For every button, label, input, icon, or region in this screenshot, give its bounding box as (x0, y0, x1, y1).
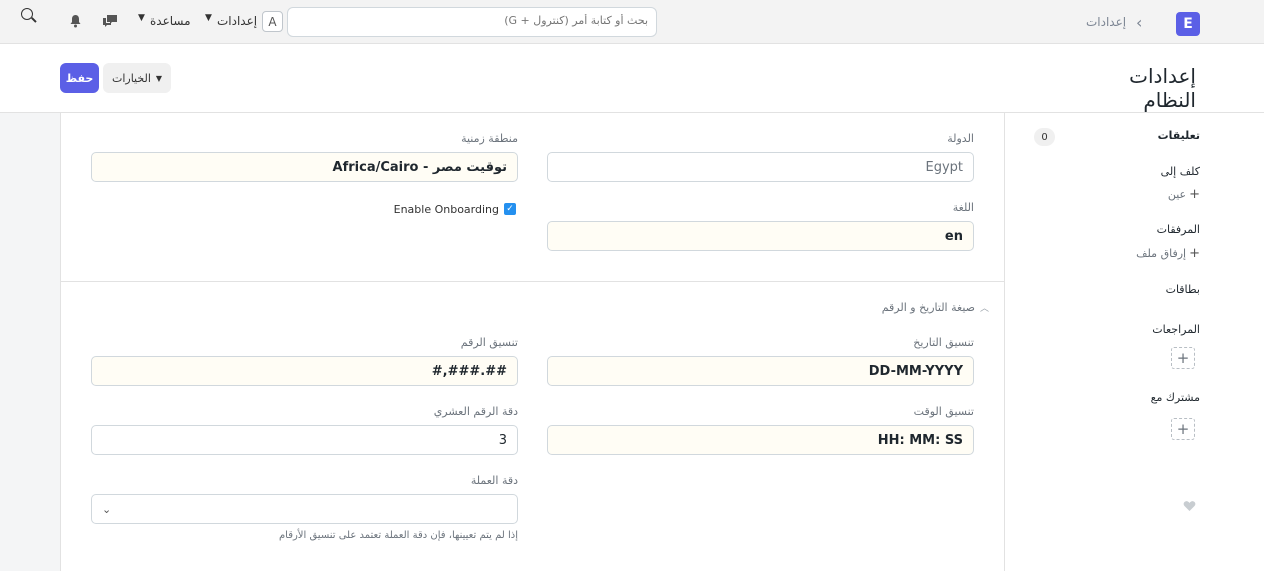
chevron-left-icon: ‹ (1136, 13, 1143, 32)
number-format-field[interactable]: #,###.## (91, 356, 518, 386)
time-format-label: تنسيق الوقت (913, 405, 974, 418)
country-label: الدولة (947, 132, 974, 145)
heart-icon[interactable] (1183, 500, 1196, 512)
onboarding-checkbox[interactable]: ✓ (504, 203, 516, 215)
date-format-field[interactable]: DD-MM-YYYY (547, 356, 974, 386)
timezone-value: توقيت مصر - Africa/Cairo (332, 159, 507, 175)
breadcrumb-settings[interactable]: إعدادات (1086, 15, 1126, 29)
settings-menu[interactable]: إعدادات (217, 14, 257, 28)
page-title: إعدادات النظام (1129, 64, 1196, 112)
search-input[interactable] (328, 14, 648, 27)
onboarding-label: Enable Onboarding (393, 202, 499, 216)
reviews-label: المراجعات (1152, 323, 1200, 336)
search-icon (21, 8, 33, 20)
plus-icon: + (1189, 187, 1200, 202)
currency-precision-help: إذا لم يتم تعيينها، فإن دقة العملة تعتمد… (278, 530, 518, 541)
section-header[interactable]: صيغة التاريخ و الرقم ︿ (700, 301, 989, 314)
attachments-label: المرفقات (1156, 223, 1200, 236)
assign-link-label: عين (1167, 188, 1187, 201)
section-title: صيغة التاريخ و الرقم (881, 301, 975, 314)
help-menu[interactable]: مساعدة (150, 14, 191, 28)
avatar[interactable]: A (262, 11, 283, 32)
float-precision-value: 3 (498, 432, 507, 448)
section-divider (61, 281, 1004, 282)
chevron-down-icon: ⌄ (102, 502, 112, 516)
language-value: en (944, 228, 963, 244)
country-value: Egypt (925, 159, 963, 175)
add-share-button[interactable]: + (1171, 418, 1195, 440)
chat-icon[interactable] (102, 14, 118, 28)
shared-with-label: مشترك مع (1150, 391, 1200, 404)
comments-label: تعليقات (1157, 129, 1200, 142)
comments-count: 0 (1034, 128, 1055, 146)
chevron-up-icon: ︿ (979, 304, 989, 314)
float-precision-field[interactable]: 3 (91, 425, 518, 455)
bell-icon[interactable] (69, 14, 82, 28)
timezone-field[interactable]: توقيت مصر - Africa/Cairo (91, 152, 518, 182)
awesomebar[interactable] (287, 7, 657, 37)
number-format-label: تنسيق الرقم (460, 336, 518, 349)
language-field[interactable]: en (547, 221, 974, 251)
onboarding-row[interactable]: Enable Onboarding ✓ (380, 201, 516, 217)
add-review-button[interactable]: + (1171, 347, 1195, 369)
options-button[interactable]: الخيارات ▼ (103, 63, 171, 93)
attach-file-link[interactable]: إرفاق ملف + (1100, 247, 1200, 260)
caret-down-icon: ▼ (205, 13, 212, 23)
caret-down-icon: ▼ (138, 13, 145, 23)
assigned-label: كلف إلى (1160, 165, 1200, 178)
currency-precision-select[interactable]: ⌄ (91, 494, 518, 524)
save-button[interactable]: حفظ (60, 63, 99, 93)
app-logo[interactable]: E (1176, 12, 1200, 36)
assign-link[interactable]: عين + (1100, 188, 1200, 201)
number-format-value: #,###.## (431, 363, 507, 379)
time-format-value: HH: MM: SS (877, 432, 963, 448)
form-sidebar (1005, 113, 1264, 571)
currency-precision-label: دقة العملة (470, 474, 518, 487)
plus-icon: + (1189, 246, 1200, 261)
date-format-label: تنسيق التاريخ (913, 336, 974, 349)
float-precision-label: دقة الرقم العشري (433, 405, 518, 418)
time-format-field[interactable]: HH: MM: SS (547, 425, 974, 455)
language-label: اللغة (952, 201, 974, 214)
country-field[interactable]: Egypt (547, 152, 974, 182)
options-label: الخيارات (111, 71, 151, 85)
tags-label[interactable]: بطاقات (1060, 283, 1200, 296)
timezone-label: منطقة زمنية (461, 132, 518, 145)
attach-file-label: إرفاق ملف (1136, 247, 1187, 260)
caret-down-icon: ▼ (155, 73, 163, 83)
date-format-value: DD-MM-YYYY (868, 363, 963, 379)
